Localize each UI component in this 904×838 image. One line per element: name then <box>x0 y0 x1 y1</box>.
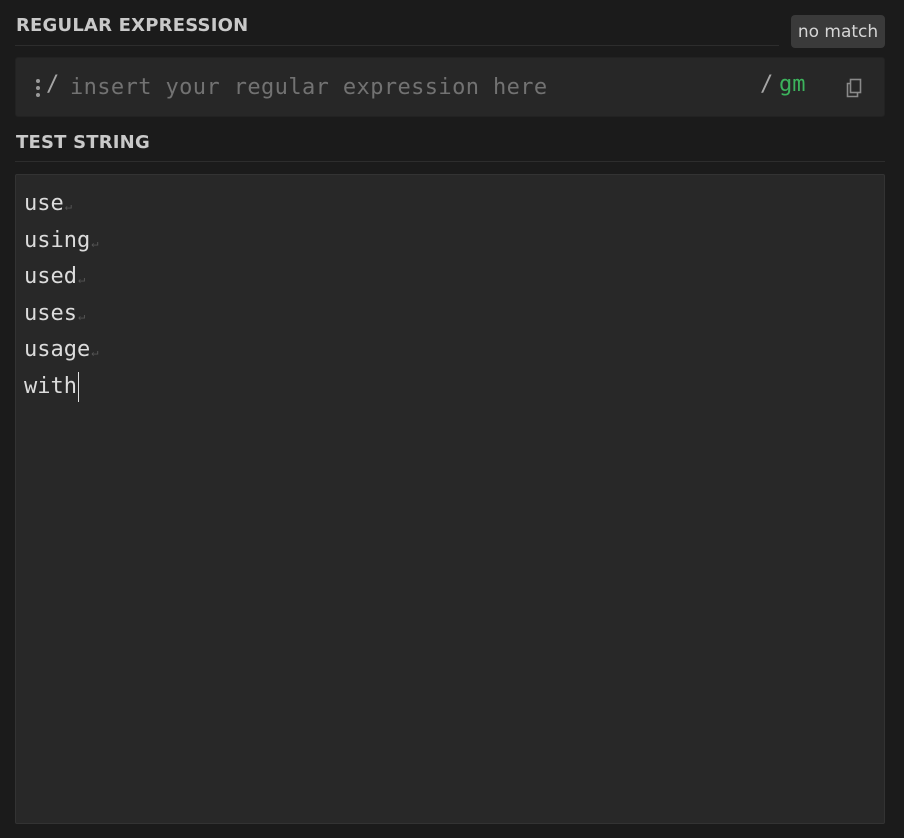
newline-marker-icon: ↵ <box>91 345 99 360</box>
test-string-line: used ↵ <box>24 259 98 296</box>
test-string-line-text: with <box>24 373 77 399</box>
test-string-editor[interactable]: use ↵ using ↵ used ↵ uses ↵ usage ↵ with <box>15 174 885 824</box>
test-string-line-text: used <box>24 264 77 290</box>
match-status-badge: no match <box>791 15 885 48</box>
regex-close-delimiter: / <box>760 72 774 97</box>
regex-tester: REGULAR EXPRESSION no match / / gm TEST … <box>0 0 904 838</box>
test-string-line: using ↵ <box>24 223 98 260</box>
drag-handle-icon[interactable] <box>36 79 40 97</box>
test-string-line-text: usage <box>24 337 91 363</box>
test-string-line-text: uses <box>24 300 77 326</box>
test-string-line: uses ↵ <box>24 296 98 333</box>
test-string-line-text: using <box>24 227 91 253</box>
regex-flags[interactable]: gm <box>779 72 806 97</box>
newline-marker-icon: ↵ <box>91 235 99 250</box>
copy-icon[interactable] <box>842 76 866 100</box>
text-cursor <box>77 371 79 402</box>
regex-open-delimiter: / <box>46 72 60 97</box>
regex-input-bar: / / gm <box>15 57 885 117</box>
test-string-line: use ↵ <box>24 186 98 223</box>
newline-marker-icon: ↵ <box>77 272 86 287</box>
test-title-divider <box>15 161 885 162</box>
regex-input[interactable] <box>70 68 750 106</box>
test-section-title: TEST STRING <box>16 132 150 153</box>
test-string-line-text: use <box>24 191 64 217</box>
regex-title-divider <box>15 45 779 46</box>
newline-marker-icon: ↵ <box>77 308 86 323</box>
test-string-line: usage ↵ <box>24 332 98 369</box>
newline-marker-icon: ↵ <box>64 199 72 214</box>
test-string-lines: use ↵ using ↵ used ↵ uses ↵ usage ↵ with <box>24 186 98 405</box>
test-string-line: with <box>24 369 98 406</box>
regex-section-title: REGULAR EXPRESSION <box>16 15 249 36</box>
